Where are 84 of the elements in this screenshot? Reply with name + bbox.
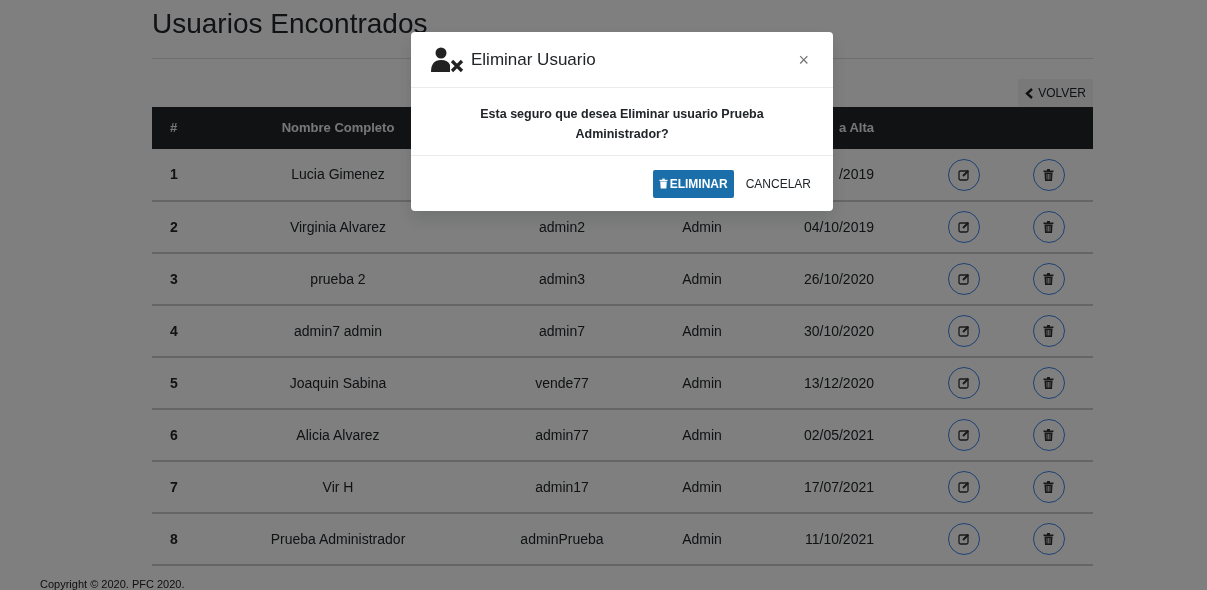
user-remove-icon [431,46,465,73]
name-cell: Alicia Alvarez [296,426,380,443]
role-cell: Admin [682,270,722,287]
row-number: 6 [170,426,178,443]
chevron-left-icon [1025,87,1035,99]
delete-button[interactable]: ELIMINAR [652,169,734,198]
edit-button[interactable] [948,315,980,347]
username-cell: vende77 [535,374,589,391]
edit-icon [958,168,970,181]
trash-icon [1043,168,1054,181]
name-cell: Vir H [322,478,354,495]
role-cell: Admin [682,374,722,391]
name-cell: Prueba Administrador [270,530,406,547]
edit-icon [958,429,970,441]
date-cell: /2019 [838,166,874,182]
row-number: 3 [170,270,178,287]
edit-icon [958,273,970,285]
username-cell: admin17 [535,478,589,495]
role-cell: Admin [682,478,722,495]
username-cell: admin2 [539,218,585,235]
name-cell: prueba 2 [310,270,366,287]
edit-icon [958,325,970,337]
trash-icon [1043,481,1054,493]
trash-icon [1043,377,1054,389]
trash-icon [1043,429,1054,441]
role-cell: Admin [682,322,722,339]
delete-button[interactable] [1032,315,1065,347]
trash-icon [1043,273,1054,285]
role-cell: Admin [682,426,722,443]
delete-button[interactable] [1032,523,1065,555]
username-cell: admin7 [539,322,585,339]
date-cell: 11/10/2021 [804,530,874,547]
delete-button[interactable] [1032,158,1065,191]
edit-button[interactable] [948,471,980,503]
edit-button[interactable] [948,211,980,243]
trash-icon [1043,533,1054,545]
role-cell: Admin [682,530,722,547]
date-cell: 30/10/2020 [803,322,874,339]
date-cell: 04/10/2019 [803,218,874,235]
close-button[interactable]: × [794,50,813,69]
trash-icon [658,178,668,189]
row-number: 1 [170,166,178,182]
date-cell: 17/07/2021 [803,478,874,495]
edit-button[interactable] [948,419,980,451]
name-cell: Virginia Alvarez [289,218,387,235]
name-cell: Joaquin Sabina [289,374,387,391]
edit-icon [958,481,970,493]
edit-button[interactable] [948,523,980,555]
role-cell: Admin [682,218,722,235]
name-cell: admin7 admin [294,322,382,339]
dialog-title: Eliminar Usuario [471,48,596,71]
row-number: 4 [170,322,178,339]
date-cell: 26/10/2020 [803,270,874,287]
delete-button[interactable] [1032,367,1065,399]
row-number: 7 [170,478,178,495]
delete-button[interactable] [1032,419,1065,451]
date-cell: 13/12/2020 [803,374,874,391]
edit-button[interactable] [948,263,980,295]
edit-icon [958,377,970,389]
back-button[interactable]: VOLVER [1018,79,1093,107]
date-cell: 02/05/2021 [803,426,874,443]
edit-icon [958,533,970,545]
username-cell: admin3 [539,270,585,287]
confirmation-message: Esta seguro que desea Eliminar usuario Prueba Administrador? [479,106,765,143]
edit-button[interactable] [948,158,980,191]
delete-button[interactable] [1032,211,1065,243]
column-header: a Alta [839,120,874,136]
edit-icon [958,221,970,233]
row-number: 5 [170,374,178,391]
copyright-text: Copyright © 2020. PFC 2020. [40,577,185,590]
name-cell: Lucia Gimenez [291,166,385,182]
delete-button[interactable] [1032,471,1065,503]
trash-icon [1043,325,1054,337]
row-number: 8 [170,530,178,547]
edit-button[interactable] [948,367,980,399]
page-title: Usuarios Encontrados [152,10,429,38]
cancel-button[interactable]: CANCELAR [743,169,813,198]
row-number: 2 [170,218,178,235]
column-header: Nombre Completo [281,120,395,136]
trash-icon [1043,221,1054,233]
username-cell: admin77 [535,426,589,443]
column-header: # [170,120,178,136]
delete-button[interactable] [1032,263,1065,295]
username-cell: adminPrueba [520,530,604,547]
